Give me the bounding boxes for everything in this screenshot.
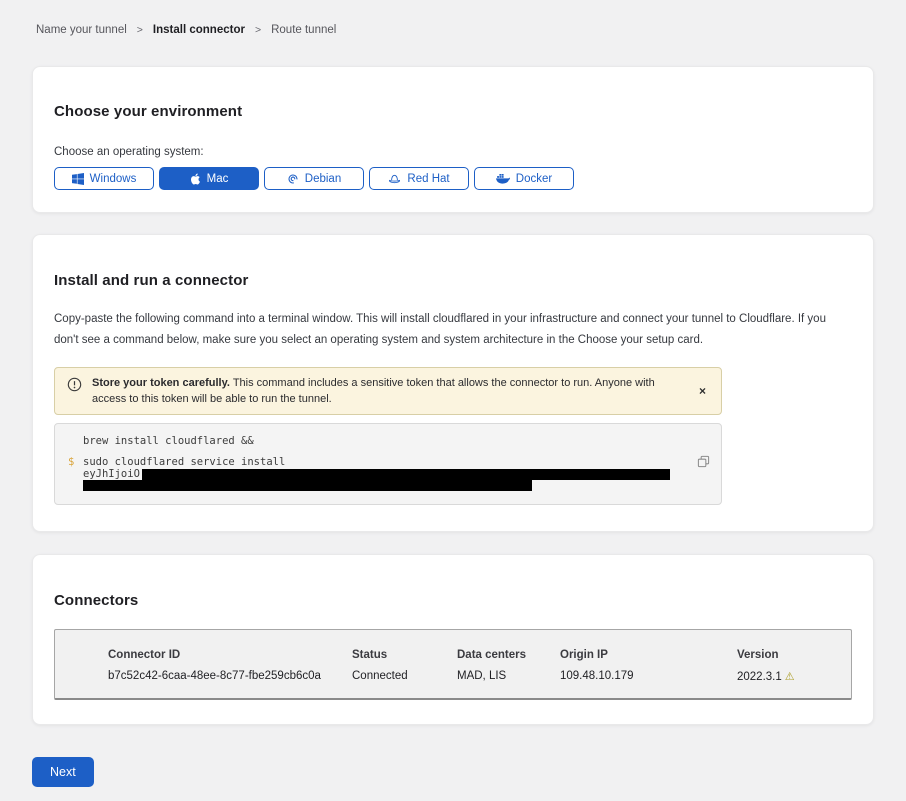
alert-close-button[interactable]: × [697, 383, 708, 399]
code-line-1: brew install cloudflared && [68, 436, 681, 448]
breadcrumb-step-route-tunnel[interactable]: Route tunnel [271, 24, 336, 36]
os-button-redhat[interactable]: Red Hat [369, 167, 469, 190]
breadcrumb-separator: > [255, 24, 261, 36]
prompt-gutter [68, 436, 83, 448]
table-row: b7c52c42-6caa-48ee-8c77-fbe259cb6c0a Con… [108, 670, 841, 683]
os-button-windows[interactable]: Windows [54, 167, 154, 190]
os-select-label: Choose an operating system: [54, 146, 852, 158]
os-button-mac[interactable]: Mac [159, 167, 259, 190]
breadcrumb-step-name-your-tunnel[interactable]: Name your tunnel [36, 24, 127, 36]
page: Name your tunnel > Install connector > R… [0, 0, 906, 801]
install-command-codeblock: brew install cloudflared && $ sudo cloud… [54, 423, 722, 506]
column-header-data-centers: Data centers [457, 649, 560, 661]
breadcrumb: Name your tunnel > Install connector > R… [36, 0, 874, 36]
connector-id-value: b7c52c42-6caa-48ee-8c77-fbe259cb6c0a [108, 670, 352, 682]
install-description: Copy-paste the following command into a … [54, 309, 852, 351]
version-warning-icon: ⚠ [785, 671, 795, 683]
token-redaction-bar [142, 469, 670, 480]
info-circle-icon [67, 377, 82, 397]
table-header-row: Connector ID Status Data centers Origin … [108, 649, 841, 661]
os-button-group: Windows Mac Debian Red Hat [54, 167, 852, 190]
version-cell: 2022.3.1⚠ [737, 670, 841, 683]
os-button-label: Red Hat [407, 173, 449, 185]
column-header-origin-ip: Origin IP [560, 649, 737, 661]
os-button-label: Docker [516, 173, 552, 185]
connectors-table: Connector ID Status Data centers Origin … [54, 629, 852, 700]
token-warning-alert: Store your token carefully. This command… [54, 367, 722, 415]
next-button[interactable]: Next [32, 757, 94, 787]
status-badge: Connected [352, 670, 457, 682]
origin-ip-value: 109.48.10.179 [560, 670, 737, 682]
column-header-version: Version [737, 649, 841, 661]
debian-swirl-icon [287, 173, 299, 185]
shell-prompt: $ [68, 457, 83, 469]
os-button-label: Windows [90, 173, 137, 185]
docker-whale-icon [496, 173, 510, 184]
copy-command-button[interactable] [697, 455, 710, 471]
connectors-card: Connectors Connector ID Status Data cent… [32, 554, 874, 724]
prompt-gutter [68, 469, 83, 481]
column-header-connector-id: Connector ID [108, 649, 352, 661]
environment-card-title: Choose your environment [54, 103, 852, 120]
connectors-card-title: Connectors [54, 592, 852, 609]
prompt-gutter [68, 480, 83, 491]
breadcrumb-separator: > [137, 24, 143, 36]
alert-title: Store your token carefully. [92, 377, 230, 389]
token-redaction-bar [83, 480, 532, 491]
data-centers-value: MAD, LIS [457, 670, 560, 682]
column-header-status: Status [352, 649, 457, 661]
copy-icon [697, 456, 710, 471]
os-button-label: Mac [207, 173, 229, 185]
alert-text: Store your token carefully. This command… [92, 375, 709, 407]
apple-logo-icon [190, 173, 201, 185]
windows-logo-icon [72, 173, 84, 185]
code-line-2: $ sudo cloudflared service install [68, 457, 681, 469]
token-prefix: eyJhIjoiO [83, 469, 140, 481]
code-text: brew install cloudflared && [83, 436, 254, 448]
install-card-title: Install and run a connector [54, 272, 852, 289]
version-value: 2022.3.1 [737, 671, 782, 683]
os-button-label: Debian [305, 173, 341, 185]
install-card: Install and run a connector Copy-paste t… [32, 234, 874, 532]
redhat-hat-icon [388, 173, 401, 185]
environment-card: Choose your environment Choose an operat… [32, 66, 874, 213]
code-line-token: eyJhIjoiO [68, 469, 681, 481]
os-button-docker[interactable]: Docker [474, 167, 574, 190]
os-button-debian[interactable]: Debian [264, 167, 364, 190]
code-line-token-2 [68, 480, 681, 491]
breadcrumb-step-install-connector[interactable]: Install connector [153, 24, 245, 36]
